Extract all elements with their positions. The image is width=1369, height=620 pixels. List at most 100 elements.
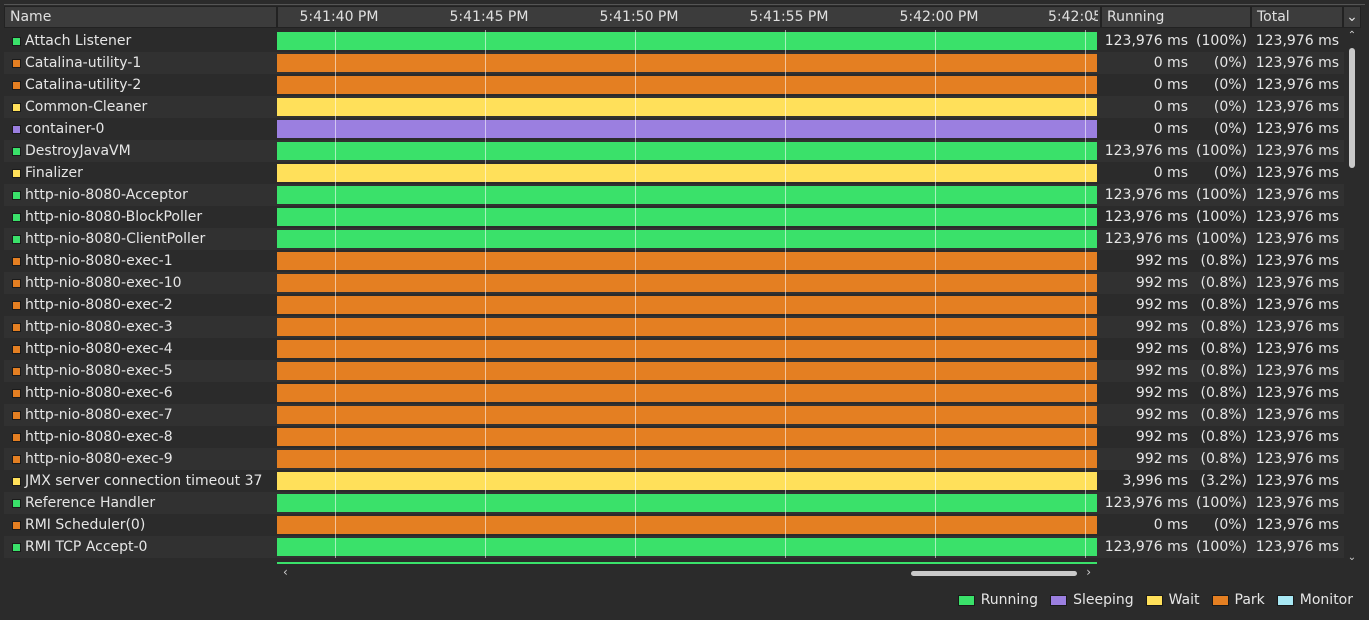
thread-timeline-bar[interactable]	[277, 208, 1097, 226]
thread-timeline-bar[interactable]	[277, 186, 1097, 204]
legend-label: Park	[1234, 592, 1265, 608]
table-row[interactable]: http-nio-8080-exec-7 992 ms (0.8%) 123,976 …	[4, 404, 1344, 426]
table-row[interactable]: Catalina-utility-1 0 ms (0%) 123,976 ms	[4, 52, 1344, 74]
table-row[interactable]: http-nio-8080-ClientPoller 123,976 ms (100…	[4, 228, 1344, 250]
thread-timeline-bar[interactable]	[277, 318, 1097, 336]
thread-timeline-bar[interactable]	[277, 538, 1097, 556]
total-time: 123,976 ms	[1255, 517, 1339, 533]
running-percent: (0.8%)	[1200, 275, 1248, 291]
total-time: 123,976 ms	[1255, 165, 1339, 181]
thread-name: Reference Handler	[25, 495, 156, 511]
legend-item-running: Running	[957, 590, 1038, 610]
table-row[interactable]: Common-Cleaner 0 ms (0%) 123,976 ms	[4, 96, 1344, 118]
total-time: 123,976 ms	[1255, 77, 1339, 93]
table-row[interactable]: container-0 0 ms (0%) 123,976 ms	[4, 118, 1344, 140]
running-time: 0 ms	[1153, 165, 1188, 181]
thread-name: RMI Scheduler(0)	[25, 517, 146, 533]
table-row[interactable]: http-nio-8080-exec-8 992 ms (0.8%) 123,976 …	[4, 426, 1344, 448]
thread-timeline-bar[interactable]	[277, 120, 1097, 138]
table-row[interactable]: http-nio-8080-exec-4 992 ms (0.8%) 123,976 …	[4, 338, 1344, 360]
thread-name: http-nio-8080-exec-4	[25, 341, 173, 357]
vertical-scrollbar[interactable]: ⌃ ⌄	[1345, 30, 1359, 563]
thread-timeline-bar[interactable]	[277, 472, 1097, 490]
table-row[interactable]: http-nio-8080-exec-5 992 ms (0.8%) 123,976 …	[4, 360, 1344, 382]
thread-timeline-bar[interactable]	[277, 450, 1097, 468]
thread-timeline-bar[interactable]	[277, 142, 1097, 160]
vertical-scroll-thumb[interactable]	[1349, 48, 1355, 168]
table-row[interactable]: http-nio-8080-Acceptor 123,976 ms (100%) 12…	[4, 184, 1344, 206]
total-time: 123,976 ms	[1255, 253, 1339, 269]
thread-name-cell: http-nio-8080-exec-6	[4, 382, 274, 404]
running-percent: (0%)	[1213, 55, 1247, 71]
thread-name: http-nio-8080-exec-7	[25, 407, 173, 423]
table-row[interactable]: RMI TCP Accept-0 123,976 ms (100%) 123,976 …	[4, 536, 1344, 558]
thread-name-cell: http-nio-8080-ClientPoller	[4, 228, 274, 250]
horizontal-scrollbar[interactable]: ‹ ›	[277, 562, 1097, 584]
table-row[interactable]: http-nio-8080-exec-1 992 ms (0.8%) 123,976 …	[4, 250, 1344, 272]
thread-state-icon	[12, 367, 21, 376]
thread-name: Finalizer	[25, 165, 83, 181]
table-row[interactable]: JMX server connection timeout 37 3,996 ms…	[4, 470, 1344, 492]
thread-state-icon	[12, 191, 21, 200]
table-row[interactable]: RMI Scheduler(0) 0 ms (0%) 123,976 ms	[4, 514, 1344, 536]
column-menu-chevron-icon[interactable]: ⌄	[1343, 6, 1361, 28]
table-row[interactable]: Finalizer 0 ms (0%) 123,976 ms	[4, 162, 1344, 184]
thread-timeline-bar[interactable]	[277, 164, 1097, 182]
thread-state-icon	[12, 301, 21, 310]
scroll-down-icon[interactable]: ⌄	[1345, 552, 1359, 563]
table-row[interactable]: http-nio-8080-BlockPoller 123,976 ms (100%…	[4, 206, 1344, 228]
thread-name-cell: DestroyJavaVM	[4, 140, 274, 162]
table-row[interactable]: Catalina-utility-2 0 ms (0%) 123,976 ms	[4, 74, 1344, 96]
table-row[interactable]: http-nio-8080-exec-3 992 ms (0.8%) 123,976 …	[4, 316, 1344, 338]
table-row[interactable]: DestroyJavaVM 123,976 ms (100%) 123,976 ms	[4, 140, 1344, 162]
thread-timeline-bar[interactable]	[277, 340, 1097, 358]
column-header-name[interactable]: Name	[4, 6, 277, 28]
scroll-right-icon[interactable]: ›	[1086, 565, 1091, 579]
thread-state-icon	[12, 147, 21, 156]
thread-timeline-bar[interactable]	[277, 406, 1097, 424]
thread-timeline-bar[interactable]	[277, 296, 1097, 314]
table-row[interactable]: Reference Handler 123,976 ms (100%) 123,976…	[4, 492, 1344, 514]
thread-timeline-bar[interactable]	[277, 428, 1097, 446]
thread-timeline-bar[interactable]	[277, 384, 1097, 402]
thread-timeline-bar[interactable]	[277, 362, 1097, 380]
legend-swatch-icon	[957, 594, 975, 606]
running-time: 992 ms	[1135, 275, 1188, 291]
running-time: 992 ms	[1135, 429, 1188, 445]
thread-name: Catalina-utility-2	[25, 77, 142, 93]
thread-timeline-bar[interactable]	[277, 252, 1097, 270]
thread-timeline-bar[interactable]	[277, 32, 1097, 50]
thread-timeline-bar[interactable]	[277, 516, 1097, 534]
thread-name: http-nio-8080-ClientPoller	[25, 231, 206, 247]
timeline-tick-label: 5:41:55 PM	[749, 9, 829, 25]
thread-name: http-nio-8080-exec-10	[25, 275, 182, 291]
table-row[interactable]: http-nio-8080-exec-2 992 ms (0.8%) 123,976 …	[4, 294, 1344, 316]
thread-timeline-bar[interactable]	[277, 76, 1097, 94]
running-percent: (100%)	[1196, 209, 1247, 225]
running-percent: (0%)	[1213, 99, 1247, 115]
horizontal-scroll-thumb[interactable]	[911, 571, 1077, 576]
scroll-left-icon[interactable]: ‹	[283, 565, 288, 579]
timeline-bottom-edge	[277, 562, 1097, 564]
thread-name-cell: Common-Cleaner	[4, 96, 274, 118]
column-header-total[interactable]: Total	[1251, 6, 1343, 28]
thread-state-icon	[12, 455, 21, 464]
column-header-timeline[interactable]: 5:41:40 PM 5:41:45 PM 5:41:50 PM 5:41:55 PM…	[277, 6, 1101, 28]
thread-state-icon	[12, 279, 21, 288]
table-row[interactable]: http-nio-8080-exec-6 992 ms (0.8%) 123,976 …	[4, 382, 1344, 404]
thread-timeline-bar[interactable]	[277, 494, 1097, 512]
sort-chevron-icon[interactable]: ⌄	[1089, 7, 1098, 27]
table-row[interactable]: http-nio-8080-exec-9 992 ms (0.8%) 123,976 …	[4, 448, 1344, 470]
timeline-tick-label: 5:42:00 PM	[899, 9, 979, 25]
legend-label: Monitor	[1299, 592, 1353, 608]
thread-timeline-bar[interactable]	[277, 98, 1097, 116]
thread-timeline-bar[interactable]	[277, 230, 1097, 248]
table-row[interactable]: http-nio-8080-exec-10 992 ms (0.8%) 123,976…	[4, 272, 1344, 294]
column-header-running[interactable]: Running	[1101, 6, 1251, 28]
table-row[interactable]: Attach Listener 123,976 ms (100%) 123,976 m…	[4, 30, 1344, 52]
total-time: 123,976 ms	[1255, 407, 1339, 423]
thread-name: http-nio-8080-BlockPoller	[25, 209, 203, 225]
thread-timeline-bar[interactable]	[277, 54, 1097, 72]
thread-timeline-bar[interactable]	[277, 274, 1097, 292]
scroll-up-icon[interactable]: ⌃	[1345, 30, 1359, 41]
